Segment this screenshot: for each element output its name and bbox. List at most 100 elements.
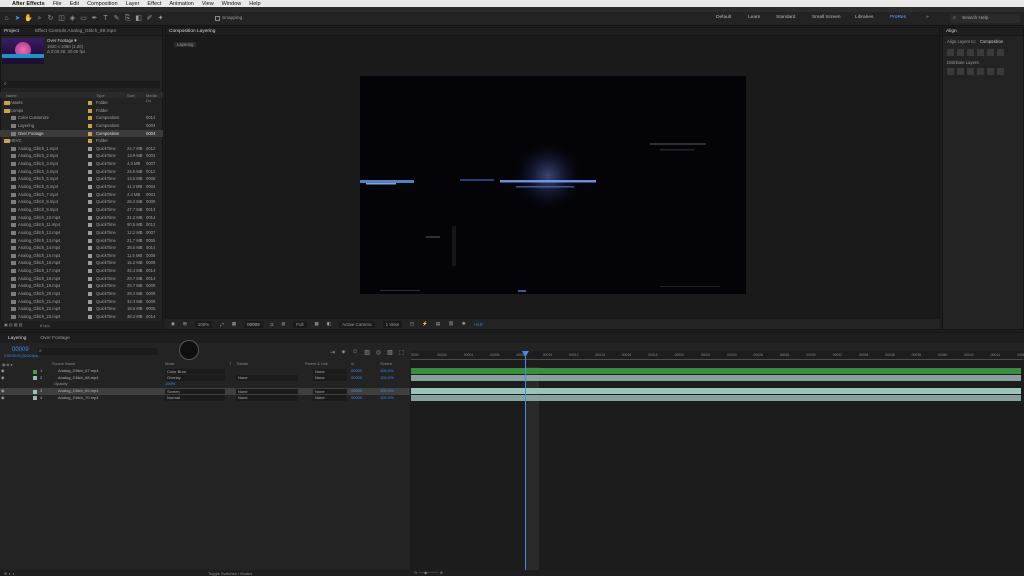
label-color-swatch[interactable]: [88, 169, 92, 174]
label-color-swatch[interactable]: [88, 207, 92, 212]
label-color-swatch[interactable]: [88, 154, 92, 159]
rotate-tool-icon[interactable]: ↻: [46, 14, 55, 23]
label-color-swatch[interactable]: [88, 108, 92, 113]
align-right-icon[interactable]: [967, 49, 974, 56]
label-color-swatch[interactable]: [88, 146, 92, 151]
project-item-row[interactable]: Analog_Glitch_4.mp4 QuickTime 24.5 MB 0012: [0, 168, 163, 176]
label-color-swatch[interactable]: [88, 177, 92, 182]
layer-duration-bar[interactable]: [411, 388, 1021, 395]
tab-effect-controls[interactable]: Effect Controls Analog_Glitch_69.mp4: [35, 29, 116, 34]
parent-dropdown[interactable]: None: [313, 375, 347, 381]
menu-edit[interactable]: Edit: [70, 1, 79, 7]
label-color-swatch[interactable]: [88, 246, 92, 251]
composition-mini-flowchart-icon[interactable]: ⇥: [330, 349, 335, 356]
project-item-row[interactable]: Analog_Glitch_16.mp4 QuickTime 15.2 MB 0008: [0, 259, 163, 267]
zoom-dropdown[interactable]: 100%: [194, 320, 213, 328]
bit-depth-label[interactable]: 8 bpc: [40, 323, 50, 328]
track-matte-dropdown[interactable]: None: [236, 375, 298, 381]
menu-layer[interactable]: Layer: [126, 1, 140, 7]
tab-composition-layering[interactable]: Composition Layering: [169, 29, 215, 34]
track-matte-dropdown[interactable]: None: [236, 395, 298, 401]
distribute-bottom-icon[interactable]: [967, 68, 974, 75]
blend-mode-dropdown[interactable]: Overlay: [165, 375, 225, 381]
view-layout-dropdown[interactable]: 1 View: [382, 320, 403, 328]
layer-label-swatch[interactable]: [33, 389, 37, 394]
label-color-swatch[interactable]: [88, 200, 92, 205]
exposure-reset-icon[interactable]: ✺: [462, 321, 466, 327]
project-folder-row[interactable]: Assets Folder: [0, 99, 163, 107]
project-item-name[interactable]: Over Footage▼: [47, 38, 78, 43]
project-search-input[interactable]: ⌕: [2, 81, 160, 88]
menu-window[interactable]: Window: [222, 1, 242, 7]
label-color-swatch[interactable]: [88, 230, 92, 235]
align-bottom-icon[interactable]: [997, 49, 1004, 56]
label-color-swatch[interactable]: [88, 276, 92, 281]
property-value[interactable]: 100%: [165, 381, 175, 388]
project-item-row[interactable]: Layering Composition 0004: [0, 122, 163, 130]
project-item-row[interactable]: Analog_Glitch_3.mp4 QuickTime 4.3 MB 0007: [0, 160, 163, 168]
label-color-swatch[interactable]: [88, 284, 92, 289]
layer-in-point[interactable]: 00000: [351, 368, 362, 375]
menu-effect[interactable]: Effect: [147, 1, 161, 7]
label-color-swatch[interactable]: [88, 215, 92, 220]
column-in[interactable]: In: [351, 362, 354, 366]
track-matte-dropdown[interactable]: None: [236, 388, 298, 395]
label-color-swatch[interactable]: [88, 223, 92, 228]
brush-tool-icon[interactable]: ✎: [112, 14, 121, 23]
home-icon[interactable]: ⌂: [2, 14, 11, 23]
column-mode[interactable]: Mode: [165, 362, 175, 366]
graph-editor-icon[interactable]: ▧: [387, 349, 393, 356]
camera-tool-icon[interactable]: ◫: [57, 14, 66, 23]
visibility-eye-icon[interactable]: ◉: [1, 368, 5, 375]
layer-stretch[interactable]: 100.0%: [380, 388, 394, 395]
project-item-row[interactable]: Analog_Glitch_8.mp4 QuickTime 25.2 MB 0008: [0, 198, 163, 206]
project-item-row[interactable]: Analog_Glitch_18.mp4 QuickTime 29.7 MB 0014: [0, 275, 163, 283]
label-color-swatch[interactable]: [88, 139, 92, 144]
time-ruler[interactable]: 0000 00002 00004 00006 00008 00010 00012 00014 0…: [411, 351, 1024, 359]
blend-mode-dropdown[interactable]: Color Burn: [165, 368, 225, 374]
viewer-timecode[interactable]: 00009: [244, 320, 263, 328]
project-item-row[interactable]: Analog_Glitch_19.mp4 QuickTime 25.7 MB 0008: [0, 282, 163, 290]
show-channel-icon[interactable]: ◍: [281, 321, 285, 327]
align-vcenter-icon[interactable]: [987, 49, 994, 56]
selection-tool-icon[interactable]: ➤: [13, 14, 22, 23]
project-item-row[interactable]: Analog_Glitch_10.mp4 QuickTime 31.2 MB 0014: [0, 214, 163, 222]
workspace-learn[interactable]: Learn: [748, 15, 760, 20]
project-item-row[interactable]: Analog_Glitch_15.mp4 QuickTime 11.5 MB 0008: [0, 252, 163, 260]
composition-canvas[interactable]: [360, 76, 746, 294]
menu-help[interactable]: Help: [249, 1, 260, 7]
layer-duration-bar[interactable]: [411, 374, 1021, 381]
always-preview-icon[interactable]: ◉: [171, 321, 175, 327]
project-item-row[interactable]: Analog_Glitch_6.mp4 QuickTime 11.3 MB 0004: [0, 183, 163, 191]
viewer-breadcrumb[interactable]: Layering: [174, 42, 197, 47]
align-left-icon[interactable]: [947, 49, 954, 56]
project-item-row[interactable]: Analog_Glitch_20.mp4 QuickTime 29.2 MB 0009: [0, 290, 163, 298]
layer-row[interactable]: ◉ 2 Analog_Glitch_68.mp4 Overlay None None 000…: [0, 375, 410, 382]
workspace-default[interactable]: Default: [716, 15, 731, 20]
puppet-tool-icon[interactable]: ✦: [156, 14, 165, 23]
zoom-slider-icon[interactable]: ⊖ ──◆──── ⊕: [414, 570, 443, 575]
project-folder-row[interactable]: Comps Folder: [0, 107, 163, 115]
snapping-toggle[interactable]: Snapping: [215, 16, 242, 21]
column-type[interactable]: Type: [96, 93, 105, 98]
project-footer-icons[interactable]: ▣ ▤ ▦ ▧: [4, 322, 22, 327]
align-hcenter-icon[interactable]: [957, 49, 964, 56]
align-to-dropdown[interactable]: Composition: [980, 39, 1003, 44]
project-item-row[interactable]: Analog_Glitch_13.mp4 QuickTime 21.7 MB 0005: [0, 237, 163, 245]
visibility-eye-icon[interactable]: ◉: [1, 388, 5, 395]
menu-composition[interactable]: Composition: [87, 1, 118, 7]
transparency-grid-icon[interactable]: ▩: [315, 321, 319, 327]
mask-visibility-icon[interactable]: ◧: [327, 321, 331, 327]
label-color-swatch[interactable]: [88, 299, 92, 304]
column-trkmat[interactable]: TrkMat: [236, 362, 248, 366]
layer-in-point[interactable]: 00000: [351, 388, 362, 395]
label-color-swatch[interactable]: [88, 253, 92, 258]
layer-duration-bar[interactable]: [411, 394, 1021, 401]
app-menu[interactable]: After Effects: [12, 1, 45, 7]
project-item-row[interactable]: Analog_Glitch_14.mp4 QuickTime 38.5 MB 0014: [0, 244, 163, 252]
parent-dropdown[interactable]: None: [313, 388, 347, 395]
clone-stamp-tool-icon[interactable]: ⎘: [123, 14, 132, 23]
layer-stretch[interactable]: 100.0%: [380, 395, 394, 402]
label-color-swatch[interactable]: [88, 131, 92, 136]
hand-tool-icon[interactable]: ✋: [24, 14, 33, 23]
